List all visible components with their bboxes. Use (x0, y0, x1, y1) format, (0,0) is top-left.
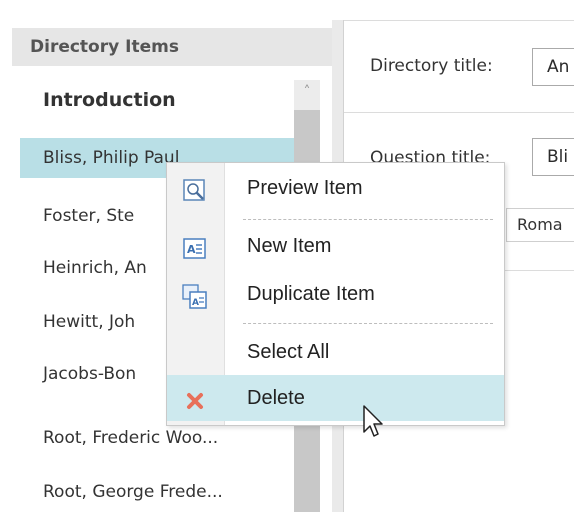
row-divider (344, 112, 574, 113)
menu-item-label: Duplicate Item (247, 283, 375, 305)
menu-item-preview[interactable]: Preview Item (167, 165, 504, 211)
svg-text:A: A (187, 243, 196, 256)
new-item-icon: A (181, 233, 209, 259)
panel-header: Directory Items (12, 28, 332, 66)
directory-title-label: Directory title: (370, 56, 493, 76)
directory-title-input[interactable]: An (532, 48, 574, 86)
mouse-pointer-icon (362, 404, 386, 440)
preview-icon (181, 175, 209, 201)
duplicate-icon: A (181, 281, 209, 309)
delete-icon (181, 385, 209, 411)
scroll-up-arrow-icon[interactable]: ˄ (294, 80, 320, 106)
menu-item-delete[interactable]: Delete (167, 375, 504, 421)
menu-separator (243, 323, 493, 324)
list-item-introduction[interactable]: Introduction (20, 80, 294, 120)
menu-item-label: Preview Item (247, 177, 363, 199)
question-title-input[interactable]: Bli (532, 138, 574, 176)
menu-separator (243, 219, 493, 220)
menu-item-label: Select All (247, 341, 330, 363)
menu-item-duplicate[interactable]: A Duplicate Item (167, 271, 504, 317)
menu-item-label: Delete (247, 387, 305, 409)
context-menu: Preview Item A New Item A Duplicate Item… (166, 162, 505, 426)
font-select[interactable]: Roma (506, 208, 574, 242)
svg-text:A: A (192, 298, 199, 308)
menu-item-new[interactable]: A New Item (167, 223, 504, 269)
list-item-root-george[interactable]: Root, George Frede... (20, 472, 294, 512)
menu-item-select-all[interactable]: Select All (167, 329, 504, 375)
menu-item-label: New Item (247, 235, 332, 257)
